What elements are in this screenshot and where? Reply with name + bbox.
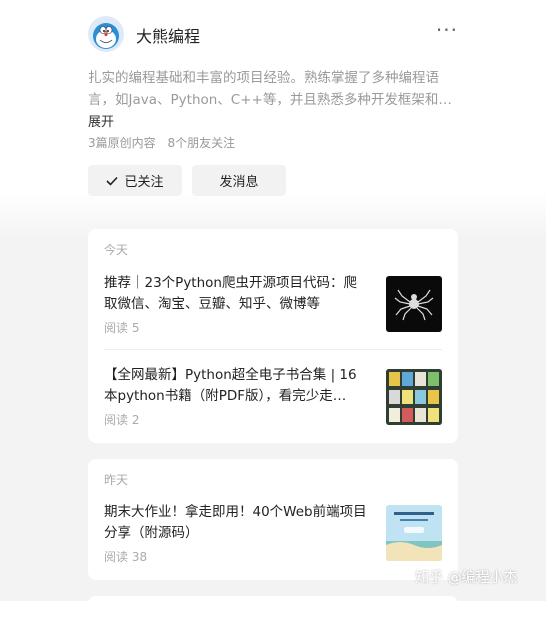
article-title[interactable]: 【全网最新】Python超全电子书合集 | 16本python书籍（附PDF版）… (104, 365, 370, 407)
read-count: 阅读 5 (104, 321, 140, 335)
message-button[interactable]: 发消息 (192, 165, 286, 196)
book-collection-icon (386, 369, 442, 425)
friends-following: 8个朋友关注 (167, 136, 236, 150)
profile-header: 大熊编程 ··· (88, 16, 458, 52)
read-count: 阅读 2 (104, 413, 140, 427)
original-count: 3篇原创内容 (88, 136, 156, 150)
avatar[interactable] (88, 16, 124, 52)
article-thumbnail[interactable] (386, 276, 442, 332)
more-icon[interactable]: ··· (436, 20, 458, 40)
check-icon (106, 176, 119, 186)
day-label: 昨天 (104, 473, 129, 487)
followed-label: 已关注 (124, 175, 164, 190)
divider (104, 349, 442, 350)
article-thumbnail[interactable] (386, 369, 442, 425)
expand-link[interactable]: 展开 (88, 111, 114, 130)
article-thumbnail[interactable] (386, 505, 442, 561)
article-title[interactable]: 推荐｜23个Python爬虫开源项目代码：爬取微信、淘宝、豆瓣、知乎、微博等 (104, 273, 370, 315)
web-project-cover-icon (386, 505, 442, 561)
profile-stats: 3篇原创内容 8个朋友关注 (88, 134, 243, 151)
doraemon-avatar-icon (88, 16, 124, 52)
feed-card-yesterday: 昨天 期末大作业！拿走即用！40个Web前端项目分享（附源码） 阅读 38 (88, 459, 458, 580)
followed-button[interactable]: 已关注 (88, 165, 182, 196)
day-label: 今天 (104, 243, 129, 257)
read-count: 阅读 38 (104, 550, 148, 564)
watermark: 知乎 @编程小杰 (415, 570, 518, 586)
feed-card-today: 今天 推荐｜23个Python爬虫开源项目代码：爬取微信、淘宝、豆瓣、知乎、微博… (88, 229, 458, 443)
article-title[interactable]: 期末大作业！拿走即用！40个Web前端项目分享（附源码） (104, 502, 370, 544)
profile-bio: 扎实的编程基础和丰富的项目经验。熟练掌握了多种编程语言，如Java、Python… (88, 70, 452, 108)
profile-name: 大熊编程 (136, 27, 201, 46)
message-label: 发消息 (219, 175, 259, 190)
spider-icon (394, 289, 434, 321)
